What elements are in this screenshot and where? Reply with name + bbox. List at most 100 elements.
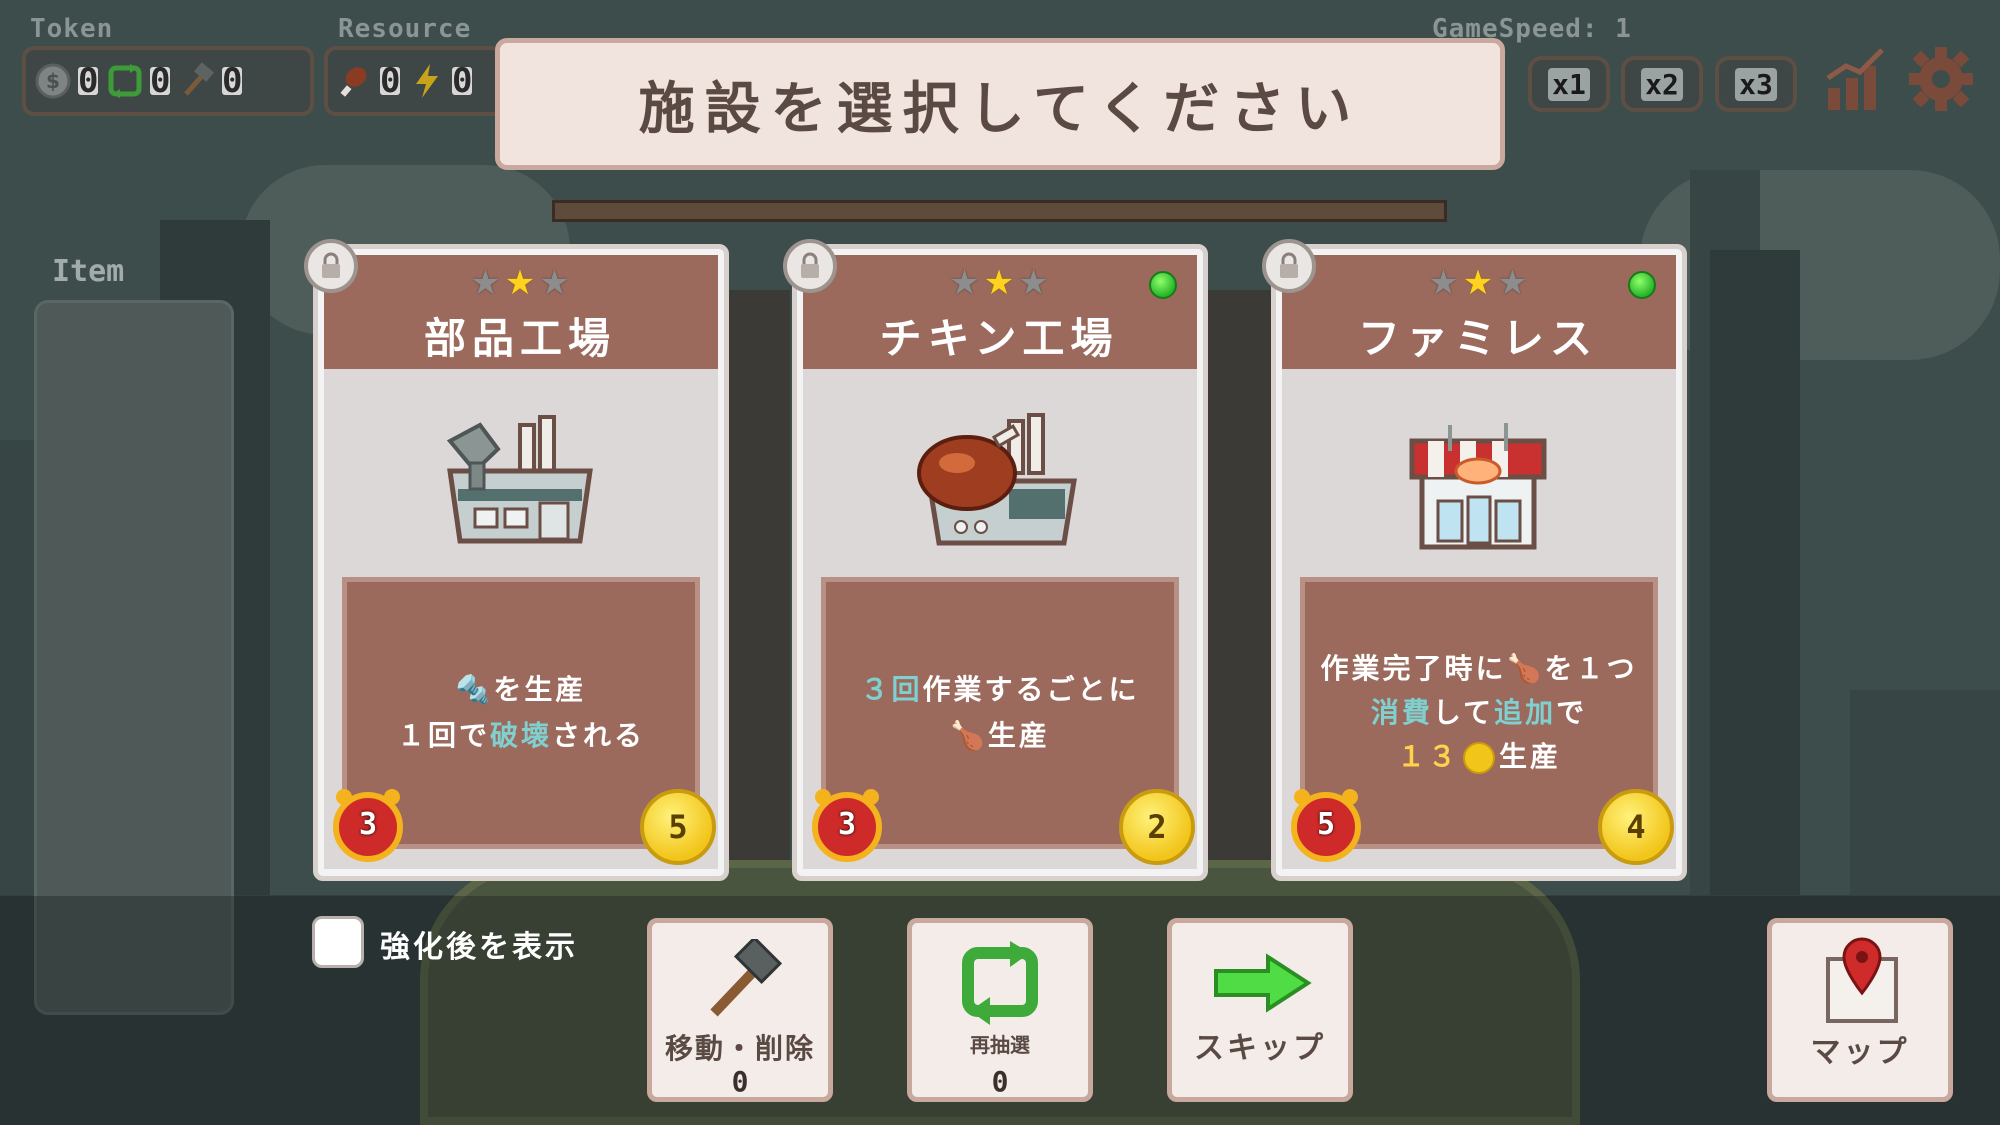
drumstick-icon: 🍗: [1506, 652, 1545, 685]
cost-coin: 5: [640, 789, 716, 865]
hammer-icon: [178, 62, 216, 100]
star-empty-icon: ★: [470, 263, 501, 303]
desc-text: 生産: [987, 719, 1050, 752]
desc-highlight: 追加: [1494, 696, 1557, 729]
facility-card-family-restaurant[interactable]: ★ ★ ★ ファミレス 作業完了時に🍗を１つ 消費して追加で １３ 生産 5 4: [1262, 239, 1687, 881]
desc-text: 作業完了時に: [1320, 652, 1507, 685]
padlock-icon: [801, 252, 819, 278]
star-filled-icon: ★: [1462, 263, 1494, 303]
drumstick-icon: 🍗: [950, 719, 988, 752]
desc-text: 作業するごとに: [922, 673, 1140, 706]
move-delete-count: 0: [731, 1065, 749, 1098]
resource-chicken: 0: [336, 62, 400, 100]
cost-coin: 4: [1598, 789, 1674, 865]
background-building: [1850, 690, 2000, 900]
speed-x2-label: x2: [1641, 67, 1683, 101]
reroll-button[interactable]: 再抽選 0: [907, 918, 1093, 1102]
desc-highlight: 消費: [1370, 696, 1433, 729]
star-empty-icon: ★: [1018, 263, 1049, 303]
skip-button[interactable]: スキップ: [1167, 918, 1353, 1102]
star-empty-icon: ★: [1497, 263, 1528, 303]
drumstick-icon: [336, 62, 374, 100]
facility-card-parts-factory[interactable]: ★ ★ ★ 部品工場 🔩を生産 １回で破壊される 3 5: [304, 239, 729, 881]
token-hammer-value: 0: [222, 61, 243, 101]
reroll-label: 再抽選: [970, 1033, 1030, 1057]
desc-highlight: 破壊: [489, 719, 552, 752]
item-label: Item: [52, 254, 125, 289]
background-building: [1710, 250, 1800, 900]
hammer-icon: [700, 935, 784, 1023]
refresh-icon: [958, 941, 1042, 1025]
map-label: マップ: [1810, 1035, 1910, 1070]
lock-button[interactable]: [783, 239, 837, 293]
cost-value: 4: [1626, 808, 1646, 846]
token-refresh: 0: [106, 62, 170, 100]
star-rating: ★ ★ ★: [1276, 263, 1680, 303]
lock-button[interactable]: [304, 239, 358, 293]
stats-chart-button[interactable]: [1822, 44, 1888, 114]
desc-line: 🔩を生産: [456, 667, 587, 713]
alarm-clock-icon: 5: [1284, 781, 1368, 865]
desc-text: で: [1556, 696, 1588, 729]
desc-text: １回で: [396, 719, 490, 752]
star-rating: ★ ★ ★: [318, 263, 722, 303]
coin-icon: $: [34, 62, 72, 100]
resource-label: Resource: [338, 14, 472, 44]
token-coin: $ 0: [34, 62, 98, 100]
build-time: 5: [1316, 807, 1336, 842]
token-refresh-value: 0: [150, 61, 171, 101]
show-upgraded-label[interactable]: 強化後を表示: [380, 922, 578, 966]
desc-highlight: ３回: [860, 673, 923, 706]
speed-x1-label: x1: [1548, 67, 1590, 101]
build-time: 3: [358, 807, 378, 842]
map-button[interactable]: マップ: [1767, 918, 1953, 1102]
coin-icon: [1463, 742, 1495, 774]
show-upgraded-checkbox[interactable]: [312, 916, 364, 968]
leaf-icon: [1149, 271, 1177, 299]
leaf-icon: [1628, 271, 1656, 299]
alarm-clock-icon: 3: [326, 781, 410, 865]
lock-button[interactable]: [1262, 239, 1316, 293]
move-delete-button[interactable]: 移動・削除 0: [647, 918, 833, 1102]
bar-chart-icon: [1826, 48, 1884, 110]
resource-chicken-value: 0: [380, 61, 401, 101]
star-filled-icon: ★: [504, 263, 536, 303]
speed-x1-button[interactable]: x1: [1528, 56, 1610, 112]
background-brick-wall: [1205, 290, 1275, 890]
facility-card-chicken-factory[interactable]: ★ ★ ★ チキン工場 ３回作業するごとに 🍗生産 3 2: [783, 239, 1208, 881]
desc-line: ３回作業するごとに: [860, 667, 1139, 713]
speed-x2-button[interactable]: x2: [1621, 56, 1703, 112]
lightning-icon: [408, 62, 446, 100]
desc-line: １回で破壊される: [397, 713, 645, 759]
desc-text: を生産: [493, 673, 587, 706]
desc-text: を１つ: [1544, 652, 1638, 685]
speed-x3-button[interactable]: x3: [1715, 56, 1797, 112]
star-empty-icon: ★: [539, 263, 570, 303]
cost-value: 5: [668, 808, 688, 846]
refresh-icon: [106, 62, 144, 100]
reroll-count: 0: [991, 1065, 1009, 1098]
map-pin-icon: [1822, 935, 1902, 1027]
desc-text: して: [1432, 696, 1495, 729]
arrow-right-icon: [1212, 953, 1312, 1013]
svg-text:$: $: [46, 69, 60, 93]
desc-line: 作業完了時に🍗を１つ: [1321, 647, 1638, 691]
padlock-icon: [322, 252, 340, 278]
speed-x3-label: x3: [1735, 67, 1777, 101]
background-brick-wall: [720, 290, 790, 890]
settings-button[interactable]: [1906, 44, 1976, 114]
select-facility-banner: 施設を選択してください: [495, 38, 1505, 170]
token-label: Token: [30, 14, 114, 44]
desc-text: される: [552, 719, 646, 752]
card-title: チキン工場: [879, 314, 1119, 363]
token-panel: $ 0 0 0: [22, 46, 314, 116]
bolt-icon: 🔩: [455, 673, 494, 706]
build-time: 3: [837, 807, 857, 842]
cost-coin: 2: [1119, 789, 1195, 865]
resource-panel: 0 0: [324, 46, 504, 116]
desc-gold-amount: １３: [1396, 740, 1459, 773]
move-delete-label: 移動・削除: [664, 1032, 815, 1065]
token-coin-value: 0: [78, 61, 99, 101]
desc-text: 生産: [1499, 740, 1562, 773]
resource-energy: 0: [408, 62, 472, 100]
